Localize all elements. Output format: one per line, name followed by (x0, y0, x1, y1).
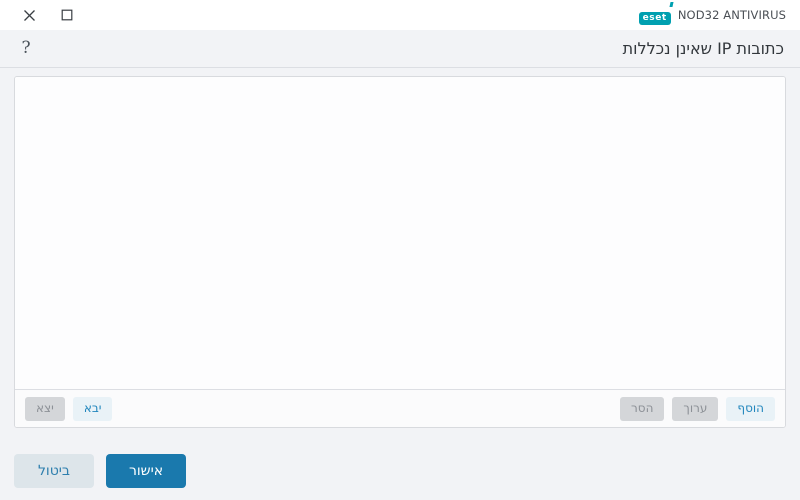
import-button[interactable]: יבא (72, 396, 113, 421)
dialog-footer: ביטול אישור (0, 428, 800, 488)
close-icon[interactable] (18, 4, 40, 26)
add-button[interactable]: הוסף (726, 396, 775, 421)
export-button[interactable]: יצא (25, 396, 65, 421)
brand-logo: eset NOD32 ANTIVIRUS (638, 2, 786, 25)
edit-button[interactable]: ערוך (672, 396, 719, 421)
ip-address-list[interactable] (15, 77, 785, 389)
cancel-button[interactable]: ביטול (14, 454, 94, 488)
list-toolbar: יצא יבא הסר ערוך הוסף (15, 389, 785, 427)
eset-logo-icon: eset (638, 2, 674, 25)
eset-logo-text: eset (638, 12, 671, 25)
help-icon[interactable]: ? (16, 39, 36, 59)
remove-button[interactable]: הסר (620, 396, 665, 421)
page-title: כתובות IP שאינן נכללות (622, 39, 784, 58)
list-empty-state (15, 77, 785, 389)
page-header: ? כתובות IP שאינן נכללות (0, 30, 800, 68)
exclusion-list-panel: יצא יבא הסר ערוך הוסף (14, 76, 786, 428)
ok-button[interactable]: אישור (106, 454, 186, 488)
content-area: יצא יבא הסר ערוך הוסף (0, 68, 800, 428)
window-controls (18, 4, 78, 26)
eset-logo-tick-icon (669, 2, 674, 7)
product-name: NOD32 ANTIVIRUS (677, 8, 786, 22)
toolbar-left-group: יצא יבא (25, 396, 113, 421)
title-bar: eset NOD32 ANTIVIRUS (0, 0, 800, 30)
toolbar-right-group: הסר ערוך הוסף (620, 396, 775, 421)
maximize-icon[interactable] (56, 4, 78, 26)
